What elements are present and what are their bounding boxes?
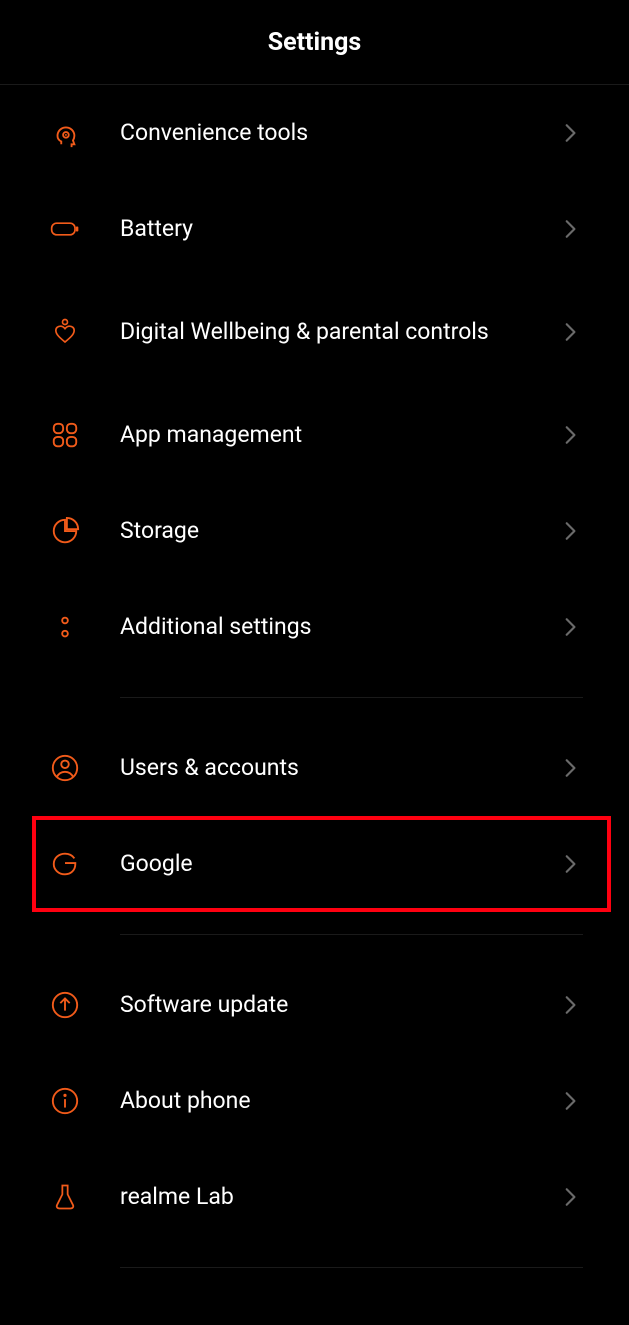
chevron-right-icon	[559, 853, 583, 875]
settings-item-software[interactable]: Software update	[0, 957, 629, 1053]
header: Settings	[0, 0, 629, 85]
google-icon	[50, 849, 120, 879]
settings-item-additional[interactable]: Additional settings	[0, 579, 629, 675]
settings-item-label: About phone	[120, 1086, 559, 1116]
settings-item-label: Convenience tools	[120, 118, 559, 148]
chevron-right-icon	[559, 994, 583, 1016]
more-dots-icon	[50, 612, 120, 642]
settings-item-label: Users & accounts	[120, 753, 559, 783]
page-title: Settings	[268, 28, 362, 57]
heart-user-icon	[50, 317, 120, 347]
user-circle-icon	[50, 753, 120, 783]
chevron-right-icon	[559, 218, 583, 240]
info-icon	[50, 1086, 120, 1116]
chevron-right-icon	[559, 1090, 583, 1112]
settings-item-about[interactable]: About phone	[0, 1053, 629, 1149]
battery-icon	[50, 214, 120, 244]
apps-icon	[50, 420, 120, 450]
settings-item-label: App management	[120, 420, 559, 450]
settings-list: Convenience tools Battery Digital Wellbe…	[0, 85, 629, 1325]
settings-item-label: Software update	[120, 990, 559, 1020]
chevron-right-icon	[559, 616, 583, 638]
flask-icon	[50, 1182, 120, 1212]
settings-item-label: Google	[120, 849, 559, 879]
chevron-right-icon	[559, 757, 583, 779]
update-icon	[50, 990, 120, 1020]
settings-item-label: Additional settings	[120, 612, 559, 642]
settings-item-label: Digital Wellbeing & parental controls	[120, 317, 559, 347]
settings-item-convenience[interactable]: Convenience tools	[0, 85, 629, 181]
settings-item-wellbeing[interactable]: Digital Wellbeing & parental controls	[0, 277, 629, 387]
divider	[120, 934, 583, 935]
chevron-right-icon	[559, 321, 583, 343]
chevron-right-icon	[559, 424, 583, 446]
settings-item-battery[interactable]: Battery	[0, 181, 629, 277]
chevron-right-icon	[559, 520, 583, 542]
divider	[120, 697, 583, 698]
chevron-right-icon	[559, 1186, 583, 1208]
divider	[120, 1267, 583, 1268]
settings-item-label: Battery	[120, 214, 559, 244]
chevron-right-icon	[559, 122, 583, 144]
settings-item-label: realme Lab	[120, 1182, 559, 1212]
settings-item-storage[interactable]: Storage	[0, 483, 629, 579]
settings-item-app-mgmt[interactable]: App management	[0, 387, 629, 483]
settings-item-lab[interactable]: realme Lab	[0, 1149, 629, 1245]
settings-item-google[interactable]: Google	[0, 816, 629, 912]
settings-item-label: Storage	[120, 516, 559, 546]
pie-icon	[50, 516, 120, 546]
settings-item-users[interactable]: Users & accounts	[0, 720, 629, 816]
head-gear-icon	[50, 118, 120, 148]
